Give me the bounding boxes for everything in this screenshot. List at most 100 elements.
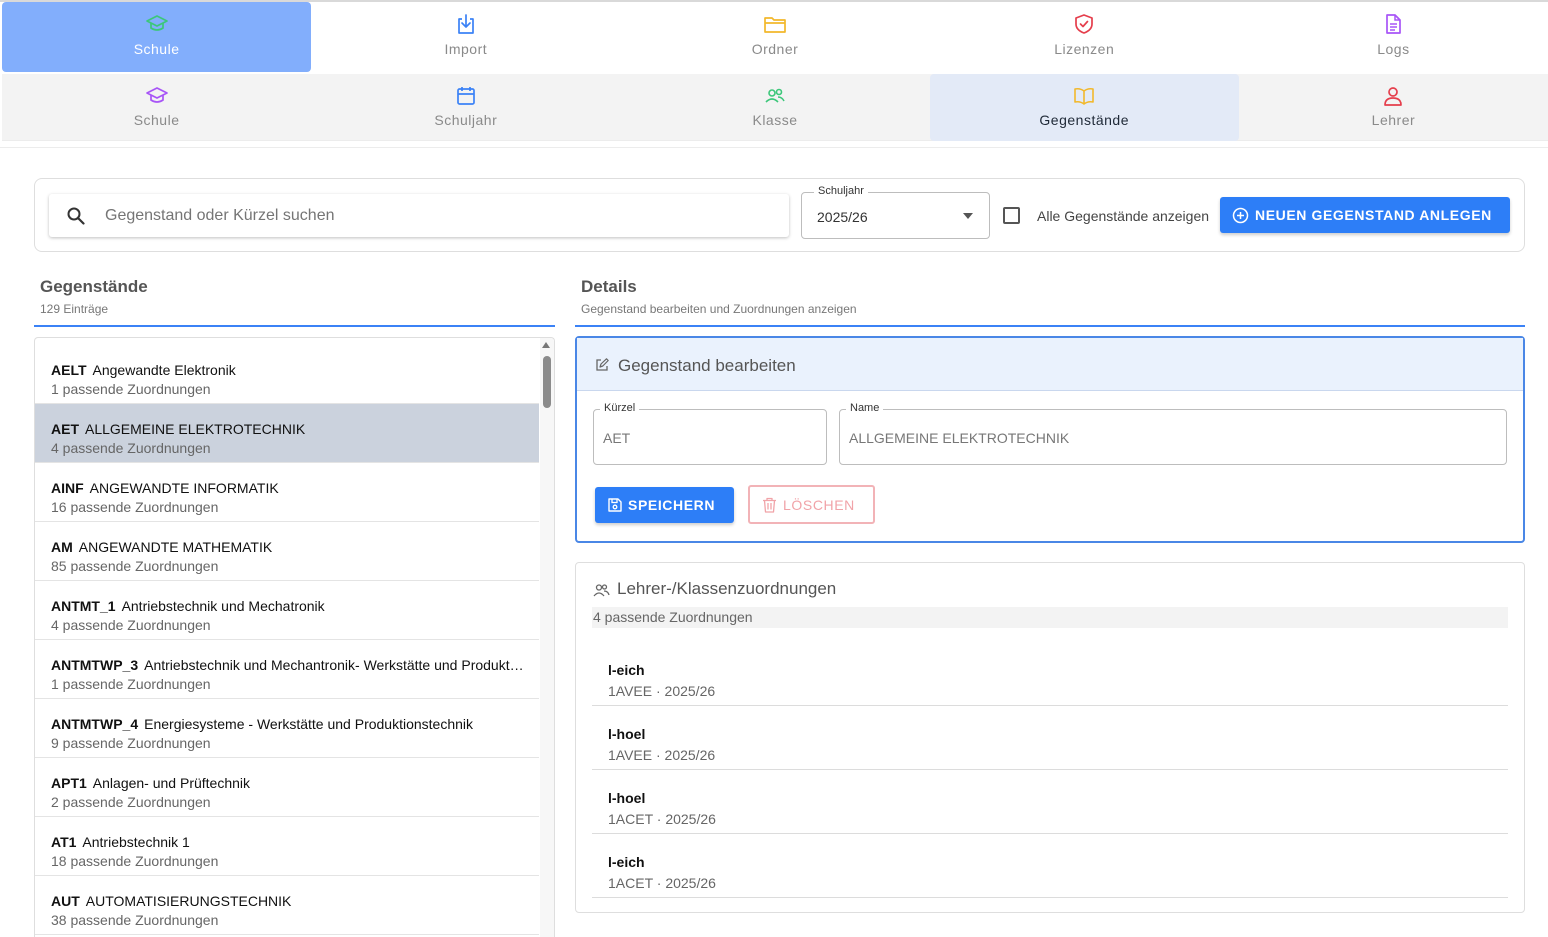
list-item[interactable]: ANTMTWP_3 Antriebstechnik und Mechantroni… (35, 640, 539, 699)
assignment-detail: 1AVEE · 2025/26 (608, 747, 716, 763)
assignments-card: Lehrer-/Klassenzuordnungen 4 passende Zu… (575, 562, 1525, 913)
tab-label: Logs (1377, 41, 1410, 57)
delete-button[interactable]: LÖSCHEN (748, 485, 875, 524)
name-field[interactable]: Name ALLGEMEINE ELEKTROTECHNIK (839, 402, 1507, 465)
dropdown-arrow-icon (963, 213, 973, 219)
subtab-schuljahr[interactable]: Schuljahr (311, 74, 620, 141)
tab-lizenzen[interactable]: Lizenzen (930, 2, 1239, 72)
code-label: Kürzel (600, 402, 640, 414)
school-icon (145, 13, 169, 35)
code-field[interactable]: Kürzel AET (593, 402, 827, 465)
schuljahr-label: Schuljahr (814, 185, 868, 197)
subtab-schule[interactable]: Schule (2, 74, 311, 141)
users-icon (764, 86, 786, 106)
list-item-selected[interactable]: AET ALLGEMEINE ELEKTROTECHNIK 4 passende … (35, 404, 539, 463)
tab-ordner[interactable]: Ordner (620, 2, 929, 72)
top-navigation: Schule Import Ordner Lizenzen Logs (0, 0, 1548, 74)
subject-code: AET (51, 421, 79, 437)
subject-name: Angewandte Elektronik (92, 362, 236, 378)
subtab-label: Schuljahr (434, 112, 498, 128)
subject-count: 1 passende Zuordnungen (51, 676, 211, 692)
subject-code: AM (51, 539, 73, 555)
assignment-row[interactable]: l-eich 1ACET · 2025/26 (592, 834, 1508, 898)
list-item[interactable]: AUT AUTOMATISIERUNGSTECHNIK 38 passende Z… (35, 876, 539, 935)
shield-icon (1073, 13, 1095, 35)
show-all-checkbox[interactable] (1003, 207, 1020, 224)
subject-code: ANTMTWP_4 (51, 716, 139, 732)
list-item[interactable]: AELT Angewandte Elektronik 1 passende Zuo… (35, 345, 539, 404)
search-input[interactable]: Gegenstand oder Kürzel suchen (49, 194, 789, 237)
subtab-klasse[interactable]: Klasse (620, 74, 929, 141)
subject-code: AT1 (51, 834, 77, 850)
save-label: SPEICHERN (628, 497, 716, 513)
scroll-up-icon[interactable] (542, 342, 550, 348)
tab-schule[interactable]: Schule (2, 2, 312, 72)
scrollbar[interactable] (540, 338, 554, 937)
divider (0, 147, 1548, 148)
name-value: ALLGEMEINE ELEKTROTECHNIK (849, 430, 1070, 446)
new-subject-label: NEUEN GEGENSTAND ANLEGEN (1255, 207, 1492, 223)
subject-code: ANTMT_1 (51, 598, 116, 614)
subtab-label: Klasse (752, 112, 798, 128)
list-item[interactable]: APT1 Anlagen- und Prüftechnik 2 passende … (35, 758, 539, 817)
tab-label: Ordner (751, 41, 799, 57)
list-item[interactable]: AT1 Antriebstechnik 1 18 passende Zuordnu… (35, 817, 539, 876)
subject-code: AELT (51, 362, 87, 378)
subtab-gegenstaende[interactable]: Gegenstände (929, 74, 1239, 141)
save-icon (607, 497, 623, 513)
tab-logs[interactable]: Logs (1239, 2, 1548, 72)
assignment-teacher: l-eich (608, 854, 645, 870)
schuljahr-select[interactable]: Schuljahr 2025/26 (801, 185, 990, 239)
assignments-title: Lehrer-/Klassenzuordnungen (617, 579, 837, 598)
list-item[interactable]: ANTMTWP_4 Energiesysteme - Werkstätte und… (35, 699, 539, 758)
subject-name: Antriebstechnik und Mechantronik- Werkst… (144, 657, 525, 673)
show-all-label[interactable]: Alle Gegenstände anzeigen (1037, 208, 1209, 224)
edit-icon (595, 358, 609, 377)
folder-icon (763, 13, 787, 35)
list-item[interactable]: AM ANGEWANDTE MATHEMATIK 85 passende Zuor… (35, 522, 539, 581)
list-item[interactable]: ANTMT_1 Antriebstechnik und Mechatronik 4… (35, 581, 539, 640)
search-icon (67, 207, 85, 230)
subject-count: 1 passende Zuordnungen (51, 381, 211, 397)
list-item[interactable]: AINF ANGEWANDTE INFORMATIK 16 passende Zu… (35, 463, 539, 522)
assignment-row[interactable]: l-hoel 1AVEE · 2025/26 (592, 706, 1508, 770)
tab-import[interactable]: Import (311, 2, 620, 72)
subject-name: Anlagen- und Prüftechnik (92, 775, 251, 791)
assignment-detail: 1ACET · 2025/26 (608, 875, 716, 891)
scrollbar-thumb[interactable] (543, 356, 551, 408)
book-icon (1073, 86, 1095, 106)
edit-card-title: Gegenstand bearbeiten (618, 356, 796, 375)
new-subject-button[interactable]: NEUEN GEGENSTAND ANLEGEN (1220, 197, 1510, 233)
save-button[interactable]: SPEICHERN (595, 487, 734, 523)
details-subtitle: Gegenstand bearbeiten und Zuordnungen an… (581, 302, 857, 316)
subject-count: 4 passende Zuordnungen (51, 617, 211, 633)
assignment-detail: 1ACET · 2025/26 (608, 811, 716, 827)
edit-card-header: Gegenstand bearbeiten (577, 338, 1523, 391)
subject-count: 9 passende Zuordnungen (51, 735, 211, 751)
assignment-row[interactable]: l-hoel 1ACET · 2025/26 (592, 770, 1508, 834)
schuljahr-value: 2025/26 (817, 209, 868, 225)
import-icon (455, 13, 477, 35)
subtab-label: Gegenstände (1039, 112, 1129, 128)
calendar-icon (455, 86, 477, 106)
subject-count: 4 passende Zuordnungen (51, 440, 211, 456)
assignment-teacher: l-hoel (608, 790, 646, 806)
user-icon (1382, 86, 1404, 106)
list-title: Gegenstände (40, 277, 148, 296)
subject-code: AINF (51, 480, 84, 496)
subject-name: ANGEWANDTE MATHEMATIK (78, 539, 273, 555)
assignment-detail: 1AVEE · 2025/26 (608, 683, 716, 699)
assignment-teacher: l-hoel (608, 726, 646, 742)
plus-circle-icon (1232, 207, 1249, 224)
assignment-row[interactable]: l-eich 1AVEE · 2025/26 (592, 642, 1508, 706)
subtab-label: Lehrer (1371, 112, 1416, 128)
delete-label: LÖSCHEN (783, 496, 855, 513)
list-header-line (34, 325, 555, 327)
school-icon (145, 86, 169, 106)
subject-code: ANTMTWP_3 (51, 657, 139, 673)
code-value: AET (603, 430, 631, 446)
subject-name: Antriebstechnik 1 (82, 834, 190, 850)
subtab-lehrer[interactable]: Lehrer (1239, 74, 1548, 141)
sub-navigation: Schule Schuljahr Klasse Gegenstände Lehr… (2, 74, 1548, 141)
subject-code: AUT (51, 893, 80, 909)
